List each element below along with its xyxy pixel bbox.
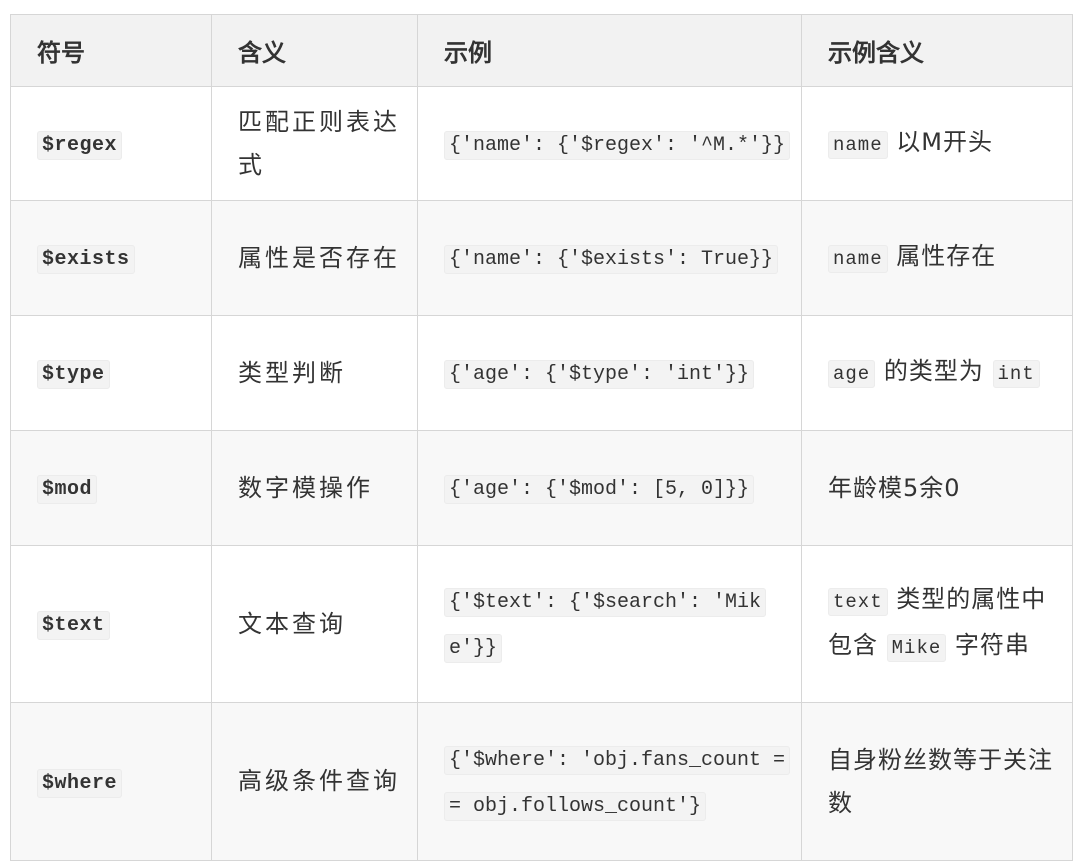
desc-text: 自身粉丝数等于关注数 (828, 745, 1053, 817)
example-meaning-cell: text 类型的属性中包含 Mike 字符串 (801, 545, 1073, 703)
meaning-cell: 属性是否存在 (211, 200, 418, 316)
example-cell: {'$text': {'$search': 'Mike'}} (417, 545, 802, 703)
example-cell: {'name': {'$exists': True}} (417, 200, 802, 316)
query-operators-table: 符号 含义 示例 示例含义 $regex 匹配正则表达式 {'name': {'… (10, 14, 1073, 861)
symbol-code: $exists (37, 245, 135, 274)
table-row: $mod 数字模操作 {'age': {'$mod': [5, 0]}} 年龄模… (10, 430, 1073, 546)
desc-code: age (828, 360, 876, 388)
header-example-meaning: 示例含义 (801, 14, 1073, 87)
desc-code-2: Mike (886, 634, 947, 662)
desc-code: name (828, 130, 888, 159)
table-row: $exists 属性是否存在 {'name': {'$exists': True… (10, 200, 1073, 316)
desc-text-2: 字符串 (954, 631, 1030, 659)
table-row: $where 高级条件查询 {'$where': 'obj.fans_count… (10, 702, 1073, 861)
desc-text: 年龄模5余0 (828, 473, 961, 502)
meaning-cell: 匹配正则表达式 (211, 86, 418, 201)
example-code: {'name': {'$exists': True}} (444, 245, 779, 274)
desc-text: 的类型为 (883, 357, 984, 385)
desc-text: 属性存在 (896, 242, 997, 270)
header-example: 示例 (417, 14, 802, 87)
symbol-code: $where (37, 768, 123, 798)
header-meaning: 含义 (211, 14, 418, 87)
symbol-code: $text (37, 611, 110, 640)
example-code: {'age': {'$type': 'int'}} (444, 360, 755, 389)
symbol-code: $mod (37, 475, 98, 504)
symbol-cell: $type (10, 315, 212, 431)
meaning-cell: 高级条件查询 (211, 702, 418, 861)
symbol-code: $type (37, 360, 110, 389)
example-meaning-cell: name 以M开头 (801, 86, 1073, 201)
example-meaning-cell: name 属性存在 (801, 200, 1073, 316)
example-code: {'name': {'$regex': '^M.*'}} (444, 130, 791, 160)
desc-code: name (828, 245, 888, 273)
symbol-code: $regex (37, 130, 123, 160)
table-row: $regex 匹配正则表达式 {'name': {'$regex': '^M.*… (10, 86, 1073, 201)
example-code: {'$text': {'$search': 'Mike'}} (444, 588, 767, 663)
example-cell: {'name': {'$regex': '^M.*'}} (417, 86, 802, 201)
table-row: $text 文本查询 {'$text': {'$search': 'Mike'}… (10, 545, 1073, 703)
meaning-cell: 类型判断 (211, 315, 418, 431)
desc-text: 以M开头 (896, 127, 993, 156)
meaning-cell: 文本查询 (211, 545, 418, 703)
table-row: $type 类型判断 {'age': {'$type': 'int'}} age… (10, 315, 1073, 431)
example-cell: {'$where': 'obj.fans_count == obj.follow… (417, 702, 802, 861)
meaning-cell: 数字模操作 (211, 430, 418, 546)
desc-code-2: int (992, 360, 1040, 388)
symbol-cell: $exists (10, 200, 212, 316)
header-symbol: 符号 (10, 14, 212, 87)
symbol-cell: $mod (10, 430, 212, 546)
symbol-cell: $text (10, 545, 212, 703)
example-meaning-cell: 年龄模5余0 (801, 430, 1073, 546)
header-row: 符号 含义 示例 示例含义 (10, 14, 1073, 87)
example-cell: {'age': {'$mod': [5, 0]}} (417, 430, 802, 546)
example-meaning-cell: 自身粉丝数等于关注数 (801, 702, 1073, 861)
example-code: {'age': {'$mod': [5, 0]}} (444, 475, 755, 504)
example-meaning-cell: age 的类型为 int (801, 315, 1073, 431)
example-cell: {'age': {'$type': 'int'}} (417, 315, 802, 431)
desc-code: text (828, 588, 888, 616)
example-code: {'$where': 'obj.fans_count == obj.follow… (444, 745, 791, 821)
symbol-cell: $regex (10, 86, 212, 201)
symbol-cell: $where (10, 702, 212, 861)
